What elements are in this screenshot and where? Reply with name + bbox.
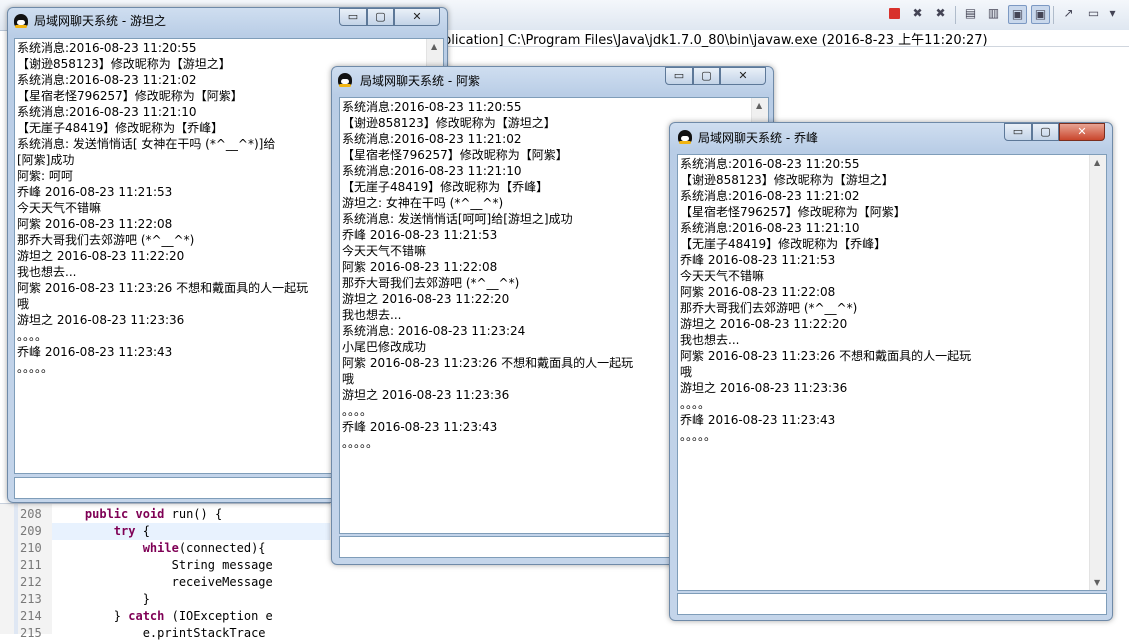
qq-penguin-icon [14, 14, 28, 28]
line-number: 211 [20, 558, 42, 572]
scroll-up-icon[interactable]: ▲ [756, 101, 762, 110]
code-text: e.printStackTrace [56, 626, 266, 640]
annotation-ruler [14, 504, 18, 634]
chat-message-line: 游坦之 2016-08-23 11:22:20 [680, 317, 848, 331]
toolbar-separator [1053, 6, 1054, 24]
line-number: 208 [20, 507, 42, 521]
clear-console-icon[interactable]: ▤ [962, 5, 979, 22]
stop-icon[interactable] [889, 8, 900, 19]
qq-penguin-icon [338, 73, 352, 87]
open-console-icon[interactable]: ↗ [1060, 5, 1077, 22]
chat-message-line: 系统消息:2016-08-23 11:20:55 [342, 100, 522, 114]
scroll-down-icon[interactable]: ▼ [1094, 578, 1100, 587]
code-text: String message [56, 558, 273, 572]
message-area[interactable]: 系统消息:2016-08-23 11:20:55 【谢逊858123】修改昵称为【… [677, 154, 1107, 591]
message-input[interactable] [677, 593, 1107, 615]
chat-message-line: 游坦之 2016-08-23 11:23:36 [680, 381, 848, 395]
console-process-path: plication] C:\Program Files\Java\jdk1.7.… [443, 33, 988, 48]
chat-message-line: 系统消息:2016-08-23 11:20:55 [17, 41, 197, 55]
maximize-button[interactable]: ▢ [693, 67, 720, 85]
line-number: 214 [20, 609, 42, 623]
scroll-up-icon[interactable]: ▲ [431, 42, 437, 51]
code-editor[interactable]: 208 public void run() { 209 try { 210 wh… [0, 503, 330, 640]
minimize-button[interactable]: ▭ [1004, 123, 1032, 141]
chat-message-line: 乔峰 2016-08-23 11:21:53 [680, 253, 836, 267]
qq-penguin-icon [678, 130, 692, 144]
line-number: 210 [20, 541, 42, 555]
chat-message-line: 乔峰 2016-08-23 11:23:43 [680, 413, 836, 427]
chat-message-line: 【谢逊858123】修改昵称为【游坦之】 [680, 173, 894, 187]
line-number: 209 [20, 524, 42, 538]
chat-message-line: 系统消息:2016-08-23 11:20:55 [680, 157, 860, 171]
maximize-button[interactable]: ▢ [367, 8, 394, 26]
line-number: 213 [20, 592, 42, 606]
close-button[interactable]: ✕ [394, 8, 440, 26]
window-title: 局域网聊天系统 - 游坦之 [34, 14, 166, 28]
view-menu-icon[interactable]: ▾ [1104, 5, 1121, 22]
chat-message-line: 系统消息:2016-08-23 11:21:02 [680, 189, 860, 203]
code-text: try { [113, 524, 150, 538]
maximize-button[interactable]: ▢ [1032, 123, 1059, 141]
code-text: receiveMessage [56, 575, 273, 589]
chat-message-line: 。。。。 [680, 397, 711, 411]
minimize-button[interactable]: ▭ [665, 67, 693, 85]
chat-message-line: 阿紫 2016-08-23 11:23:26 不想和戴面具的人一起玩 [680, 349, 972, 363]
window-titlebar[interactable]: 局域网聊天系统 - 游坦之 ▭ ▢ ✕ [8, 8, 447, 32]
line-number: 215 [20, 626, 42, 640]
remove-all-icon[interactable]: ✖ [932, 5, 949, 22]
remove-icon[interactable]: ✖ [909, 5, 926, 22]
code-text: public void run() { [84, 507, 223, 521]
scroll-lock-icon[interactable]: ▥ [985, 5, 1002, 22]
close-button[interactable]: ✕ [720, 67, 766, 85]
new-console-icon[interactable]: ▭ [1085, 5, 1102, 22]
pin-console-icon[interactable]: ▣ [1008, 5, 1027, 24]
chat-message-line: 我也想去... [680, 333, 740, 347]
close-button[interactable]: ✕ [1059, 123, 1105, 141]
chat-message-line: 阿紫 2016-08-23 11:22:08 [680, 285, 836, 299]
chat-message-line: 今天天气不错嘛 [680, 269, 765, 283]
chat-message-line: 那乔大哥我们去郊游吧 (*^__^*) [680, 301, 858, 315]
code-text: } [56, 592, 150, 606]
window-titlebar[interactable]: 局域网聊天系统 - 乔峰 ▭ ▢ ✕ [670, 123, 1112, 147]
chat-message-line: 【无崖子48419】修改昵称为【乔峰】 [680, 237, 887, 251]
code-text: while(connected){ [142, 541, 266, 555]
minimize-button[interactable]: ▭ [339, 8, 367, 26]
scroll-up-icon[interactable]: ▲ [1094, 158, 1100, 167]
chat-message-line: 系统消息:2016-08-23 11:21:10 [680, 221, 860, 235]
window-title: 局域网聊天系统 - 阿紫 [360, 74, 480, 88]
display-console-icon[interactable]: ▣ [1031, 5, 1050, 24]
vertical-scrollbar[interactable]: ▲ ▼ [1089, 155, 1106, 590]
chat-message-line: 。。。。。 [680, 429, 717, 443]
code-text: } catch (IOException e [56, 609, 273, 623]
line-number: 212 [20, 575, 42, 589]
chat-message-line: 【星宿老怪796257】修改昵称为【阿紫】 [680, 205, 906, 219]
window-title: 局域网聊天系统 - 乔峰 [698, 131, 818, 145]
window-titlebar[interactable]: 局域网聊天系统 - 阿紫 ▭ ▢ ✕ [332, 67, 773, 91]
chat-window-qiaofeng[interactable]: 局域网聊天系统 - 乔峰 ▭ ▢ ✕ 系统消息:2016-08-23 11:20… [669, 122, 1113, 621]
message-list: 系统消息:2016-08-23 11:20:55 【谢逊858123】修改昵称为【… [678, 155, 1106, 445]
toolbar-separator [955, 6, 956, 24]
chat-message-line: 哦 [680, 365, 693, 379]
